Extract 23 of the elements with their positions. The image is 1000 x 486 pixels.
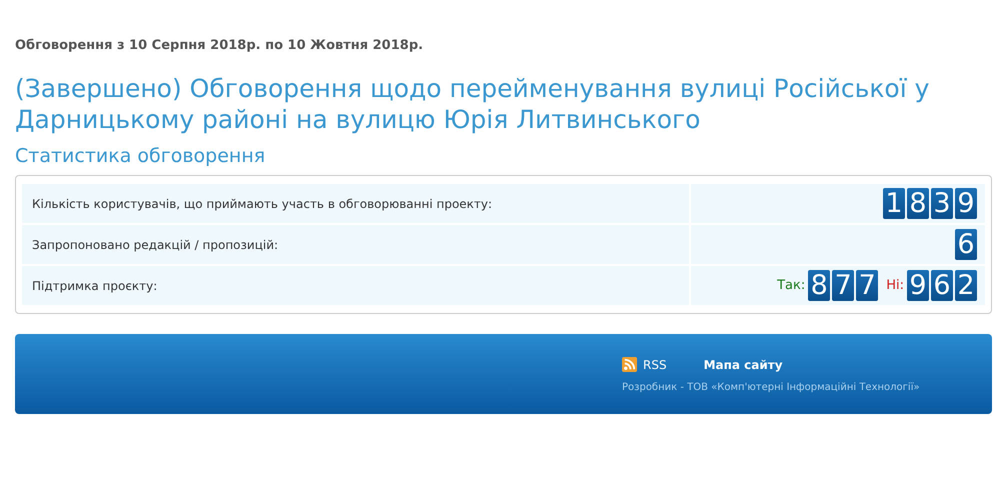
digit-tile: 9 xyxy=(907,270,929,301)
stat-label: Кількість користувачів, що приймають участь в обговорюванні проекту: xyxy=(22,184,689,223)
digit-tile: 2 xyxy=(955,270,977,301)
stat-label: Підтримка проєкту: xyxy=(22,266,689,305)
discussion-period: Обговорення з 10 Серпня 2018р. по 10 Жовтня 2018р. xyxy=(15,38,424,53)
no-label: Ні: xyxy=(886,278,904,293)
yes-label: Так: xyxy=(777,278,806,293)
stat-label: Запропоновано редакцій / пропозицій: xyxy=(22,225,689,264)
digit-tile: 3 xyxy=(931,188,953,219)
developer-credit: Розробник - ТОВ «Комп'ютерні Інформаційні Технології» xyxy=(622,382,921,393)
digit-tile: 1 xyxy=(883,188,905,219)
digit-tile: 6 xyxy=(931,270,953,301)
digit-tile: 8 xyxy=(808,270,830,301)
digit-tile: 9 xyxy=(955,188,977,219)
digit-tile: 7 xyxy=(856,270,878,301)
section-heading: Статистика обговорення xyxy=(15,145,266,167)
page-title: (Завершено) Обговорення щодо перейменування вулиці Російської у Дарницькому районі на вулицю Юрія Литвинського xyxy=(15,73,930,135)
digit-tile: 7 xyxy=(832,270,854,301)
sitemap-link[interactable]: Мапа сайту xyxy=(704,358,783,372)
rss-link[interactable]: RSS xyxy=(643,358,667,372)
rss-icon xyxy=(622,357,637,372)
digit-tile: 6 xyxy=(955,229,977,260)
digit-tile: 8 xyxy=(907,188,929,219)
